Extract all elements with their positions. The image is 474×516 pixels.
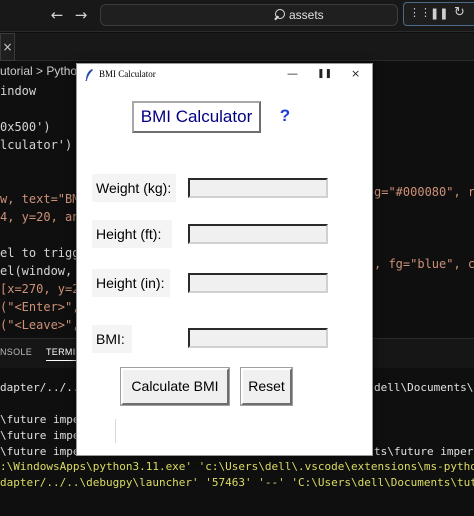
terminal-line: dell\Documents\tu bbox=[374, 381, 474, 394]
weight-label: Weight (kg): bbox=[92, 174, 176, 202]
height-ft-input[interactable] bbox=[188, 224, 328, 244]
window-title-bar: BMI Calculator — ❚❚ × bbox=[77, 64, 372, 86]
code-line: 4, y=20, anc bbox=[0, 210, 87, 224]
terminal-line: dapter/../..\debugpy\launcher' '57463' '… bbox=[0, 476, 474, 489]
terminal-line: dapter/../.. bbox=[0, 381, 80, 394]
tab-terminal[interactable]: TERMI bbox=[46, 347, 76, 361]
tk-feather-icon bbox=[85, 69, 93, 81]
back-arrow-icon[interactable]: ← bbox=[48, 6, 66, 24]
terminal-line: \future impe bbox=[0, 413, 80, 426]
code-line: lculator') bbox=[0, 138, 73, 152]
restart-icon[interactable]: ↻ bbox=[454, 5, 465, 20]
bmi-calculator-window: BMI Calculator — ❚❚ × BMI Calculator ? W… bbox=[76, 63, 373, 456]
title-bar: ← → assets ⋮⋮ ❚❚ ↻ bbox=[0, 0, 474, 32]
window-title: BMI Calculator bbox=[99, 69, 156, 79]
code-line: w, text="BM bbox=[0, 192, 80, 206]
close-tab-icon[interactable]: × bbox=[0, 33, 15, 61]
pause-icon[interactable]: ❚❚ bbox=[430, 7, 448, 20]
bmi-label: BMI: bbox=[92, 325, 132, 353]
editor-tab-row: × bbox=[0, 33, 474, 61]
reset-button[interactable]: Reset bbox=[240, 367, 293, 406]
code-line: 0x500') bbox=[0, 120, 51, 134]
search-icon bbox=[273, 9, 285, 21]
code-line: el to trigg bbox=[0, 246, 80, 260]
minimize-icon[interactable]: — bbox=[287, 67, 298, 80]
terminal-line: ts\future imper bbox=[374, 445, 474, 458]
debug-toolbar: ⋮⋮ ❚❚ ↻ bbox=[403, 2, 474, 26]
terminal-line: :\WindowsApps\python3.11.exe' 'c:\Users\… bbox=[0, 460, 474, 473]
drag-handle-icon[interactable]: ⋮⋮ bbox=[409, 6, 431, 19]
forward-arrow-icon[interactable]: → bbox=[72, 6, 90, 24]
bmi-result-field bbox=[188, 328, 328, 348]
help-link[interactable]: ? bbox=[277, 105, 293, 127]
app-heading: BMI Calculator bbox=[132, 101, 261, 133]
breadcrumb[interactable]: utorial > Python bbox=[0, 64, 84, 82]
search-text: assets bbox=[289, 8, 324, 22]
height-ft-label: Height (ft): bbox=[92, 220, 172, 248]
terminal-line: \future impe bbox=[0, 445, 80, 458]
close-icon[interactable]: × bbox=[351, 67, 360, 80]
code-line: el(window, bbox=[0, 264, 80, 278]
pause-icon[interactable]: ❚❚ bbox=[317, 69, 332, 79]
height-in-label: Height (in): bbox=[92, 269, 170, 297]
code-line: indow bbox=[0, 84, 37, 98]
code-line: [x=270, y=20 bbox=[0, 282, 87, 296]
code-fragment-right-2: , fg="blue", cu bbox=[374, 257, 474, 271]
calculate-bmi-button[interactable]: Calculate BMI bbox=[120, 367, 230, 406]
code-fragment-right-1: g="#000080", re bbox=[374, 185, 474, 199]
command-center-search[interactable]: assets bbox=[100, 4, 398, 26]
height-in-input[interactable] bbox=[188, 273, 328, 293]
weight-input[interactable] bbox=[188, 178, 328, 198]
tab-debug-console[interactable]: NSOLE bbox=[0, 347, 32, 357]
terminal-line: \future impe bbox=[0, 429, 80, 442]
divider bbox=[115, 419, 116, 443]
